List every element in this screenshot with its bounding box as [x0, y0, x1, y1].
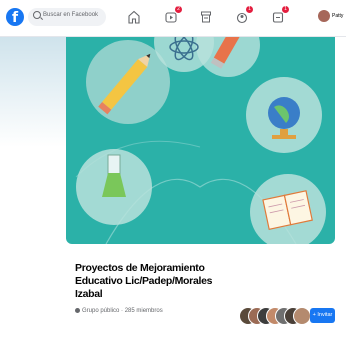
- search-icon: [33, 11, 41, 19]
- groups-badge: 1: [246, 6, 253, 13]
- invite-button[interactable]: + Invitar: [310, 308, 335, 323]
- messages-badge: 1: [282, 6, 289, 13]
- member-avatar[interactable]: [293, 307, 311, 325]
- search-bar[interactable]: Buscar en Facebook: [28, 8, 106, 26]
- gaming-icon[interactable]: 1: [272, 6, 289, 24]
- watch-icon[interactable]: 2: [165, 6, 182, 24]
- groups-icon[interactable]: 1: [236, 6, 253, 24]
- group-meta: Grupo público · 285 miembros: [75, 308, 163, 314]
- group-title[interactable]: Proyectos de Mejoramiento Educativo Lic/…: [75, 262, 215, 301]
- background-gradient: [0, 37, 66, 147]
- watch-badge: 2: [175, 6, 182, 13]
- group-meta-text: Grupo público · 285 miembros: [82, 308, 163, 315]
- search-placeholder: Buscar en Facebook: [43, 12, 99, 18]
- marketplace-icon[interactable]: [200, 10, 212, 24]
- globe-icon: [75, 308, 80, 313]
- top-navigation-bar: f Buscar en Facebook 2 1 1 Patty: [0, 0, 346, 37]
- user-name: Patty: [332, 13, 344, 19]
- home-icon[interactable]: [128, 10, 140, 24]
- facebook-logo[interactable]: f: [6, 8, 24, 26]
- group-cover-photo[interactable]: [66, 37, 335, 244]
- cover-illustration: [75, 37, 326, 244]
- avatar: [318, 10, 330, 22]
